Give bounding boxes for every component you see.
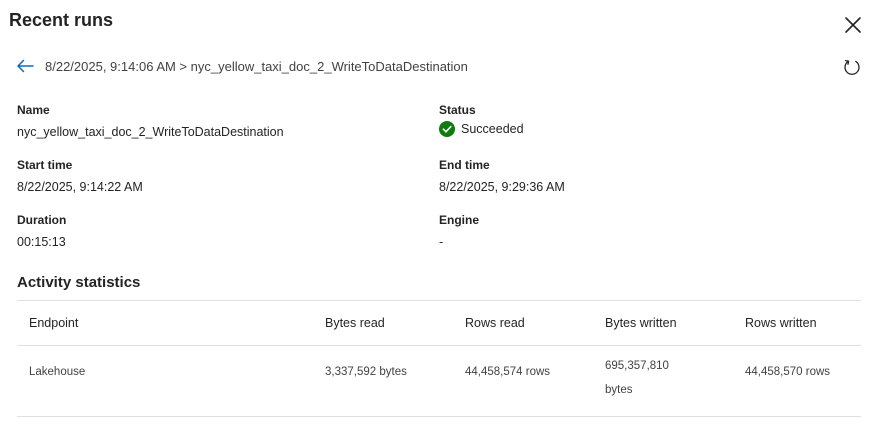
table-row: Lakehouse 3,337,592 bytes 44,458,574 row… (17, 345, 861, 417)
name-field: Name nyc_yellow_taxi_doc_2_WriteToDataDe… (17, 103, 284, 139)
cell-bytes-read-text: 3,337,592 bytes (325, 366, 407, 378)
end-time-label: End time (439, 158, 490, 172)
engine-label: Engine (439, 213, 480, 227)
breadcrumb: 8/22/2025, 9:14:06 AM > nyc_yellow_taxi_… (14, 55, 468, 77)
status-badge: Succeeded (439, 121, 524, 137)
duration-value: 00:15:13 (17, 235, 66, 249)
column-header-bytes-read: Bytes read (313, 300, 453, 346)
end-time-value: 8/22/2025, 9:29:36 AM (439, 180, 565, 194)
end-time-field: End time 8/22/2025, 9:29:36 AM (439, 158, 565, 194)
start-time-value: 8/22/2025, 9:14:22 AM (17, 180, 143, 194)
status-value: Succeeded (461, 122, 524, 136)
cell-bytes-written-text: 695,357,810 bytes (605, 360, 669, 396)
arrow-left-icon (17, 59, 34, 73)
back-button[interactable] (14, 55, 36, 77)
refresh-button[interactable] (841, 56, 863, 78)
panel-title: Recent runs (9, 10, 114, 30)
checkmark-circle-icon (439, 121, 455, 137)
cell-endpoint-text: Lakehouse (29, 366, 86, 378)
cell-rows-read: 44,458,574 rows (453, 345, 593, 417)
activity-statistics-table: Endpoint Bytes read Rows read Bytes writ… (17, 300, 861, 417)
cell-rows-read-text: 44,458,574 rows (465, 366, 551, 378)
name-value: nyc_yellow_taxi_doc_2_WriteToDataDestina… (17, 125, 284, 139)
close-button[interactable] (840, 12, 866, 38)
column-header-rows-read: Rows read (453, 300, 593, 346)
table-header-row: Endpoint Bytes read Rows read Bytes writ… (17, 300, 861, 346)
engine-field: Engine - (439, 213, 479, 249)
status-label: Status (439, 103, 476, 117)
column-header-bytes-written: Bytes written (593, 300, 733, 346)
start-time-label: Start time (17, 158, 73, 172)
refresh-icon (844, 59, 860, 75)
breadcrumb-text: 8/22/2025, 9:14:06 AM > nyc_yellow_taxi_… (45, 58, 468, 74)
name-label: Name (17, 103, 50, 117)
close-icon (845, 17, 861, 33)
recent-runs-panel: Recent runs 8/22/2025, 9:14:06 AM > nyc_… (0, 0, 880, 421)
engine-value: - (439, 235, 444, 249)
cell-rows-written-text: 44,458,570 rows (745, 366, 831, 378)
column-header-endpoint: Endpoint (17, 300, 313, 346)
status-field: Status Succeeded (439, 103, 524, 137)
cell-endpoint: Lakehouse (17, 345, 313, 417)
cell-bytes-read: 3,337,592 bytes (313, 345, 453, 417)
cell-rows-written: 44,458,570 rows (733, 345, 861, 417)
cell-bytes-written: 695,357,810 bytes (593, 345, 733, 417)
start-time-field: Start time 8/22/2025, 9:14:22 AM (17, 158, 143, 194)
duration-field: Duration 00:15:13 (17, 213, 66, 249)
column-header-rows-written: Rows written (733, 300, 861, 346)
duration-label: Duration (17, 213, 67, 227)
activity-statistics-title: Activity statistics (17, 274, 141, 291)
